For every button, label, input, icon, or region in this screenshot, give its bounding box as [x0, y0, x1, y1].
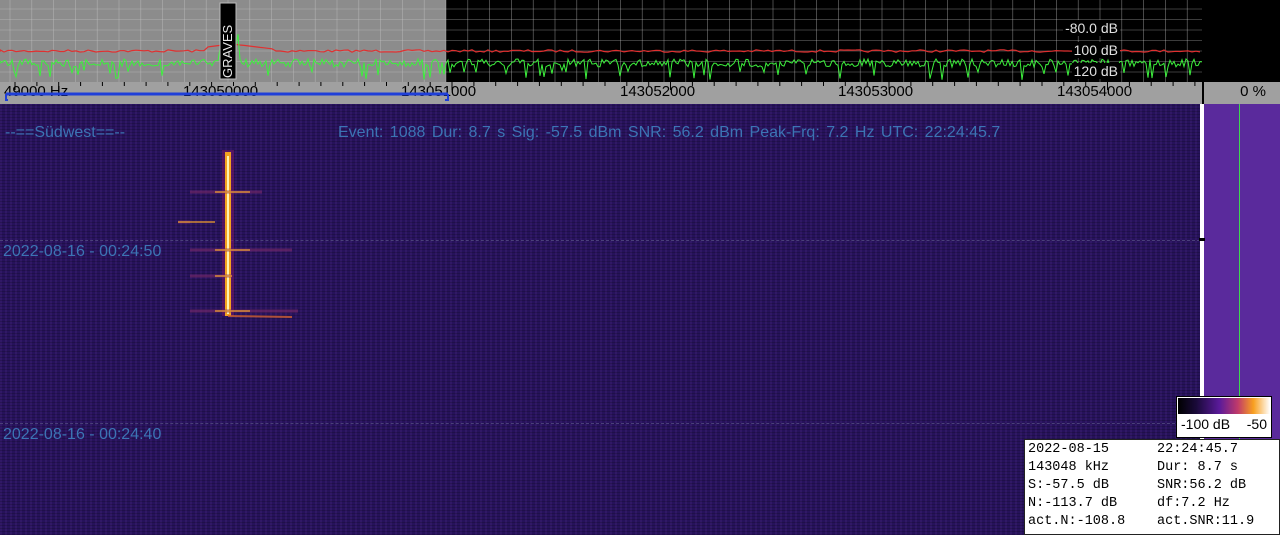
meteor-echo-trace	[178, 150, 298, 318]
info-act-snr: act.SNR:11.9	[1157, 514, 1255, 529]
percent-label: 0 %	[1240, 83, 1266, 100]
info-signal: S:-57.5 dB	[1028, 478, 1110, 493]
event-info-box: 2022-08-15 22:24:45.7 143048 kHz Dur: 8.…	[1024, 439, 1280, 535]
echo-center	[227, 156, 229, 314]
info-duration: Dur: 8.7 s	[1157, 460, 1239, 475]
info-frequency: 143048 kHz	[1028, 460, 1110, 475]
waterfall-display[interactable]: --==Südwest==-- Event: 1088 Dur: 8.7 s S…	[0, 104, 1200, 535]
graves-marker-label: GRAVES	[220, 24, 235, 78]
graves-marker: GRAVES	[219, 2, 237, 80]
event-info: Event: 1088 Dur: 8.7 s Sig: -57.5 dBm SN…	[338, 124, 1001, 141]
info-act-noise: act.N:-108.8	[1028, 514, 1126, 529]
db-label-120: 120 dB	[1071, 63, 1120, 79]
level-marker	[1199, 238, 1205, 241]
info-date: 2022-08-15	[1028, 442, 1110, 457]
timestamp-label: 2022-08-16 - 00:24:40	[3, 426, 162, 443]
info-df: df:7.2 Hz	[1157, 496, 1230, 511]
spectrum-panel: GRAVES -80.0 dB 100 dB 120 dB	[0, 0, 1202, 82]
frequency-axis[interactable]: 49000 Hz 143050000 143051000 143052000 1…	[0, 82, 1202, 104]
color-scale-min: -100 dB	[1181, 416, 1231, 432]
percent-indicator: 0 %	[1204, 82, 1280, 104]
info-row: S:-57.5 dB SNR:56.2 dB	[1028, 478, 1278, 496]
color-scale-max: -50	[1246, 416, 1267, 432]
info-time: 22:24:45.7	[1157, 442, 1239, 457]
info-row: 143048 kHz Dur: 8.7 s	[1028, 460, 1278, 478]
info-row: 2022-08-15 22:24:45.7	[1028, 442, 1278, 460]
spectrum-grid: GRAVES	[0, 0, 1202, 82]
timestamp-label: 2022-08-16 - 00:24:50	[3, 243, 162, 260]
info-snr: SNR:56.2 dB	[1157, 478, 1247, 493]
level-meter	[1204, 104, 1280, 439]
db-label-80: -80.0 dB	[1063, 20, 1120, 36]
info-row: N:-113.7 dB df:7.2 Hz	[1028, 496, 1278, 514]
info-row: act.N:-108.8 act.SNR:11.9	[1028, 514, 1278, 532]
station-name: --==Südwest==--	[5, 124, 126, 141]
info-noise: N:-113.7 dB	[1028, 496, 1118, 511]
frequency-ticks	[5, 82, 1196, 101]
echo-tail	[227, 315, 293, 318]
db-label-100: 100 dB	[1071, 42, 1120, 58]
color-scale: -100 dB -50	[1176, 396, 1272, 438]
color-scale-gradient	[1178, 398, 1270, 414]
level-meter-line	[1239, 104, 1240, 439]
